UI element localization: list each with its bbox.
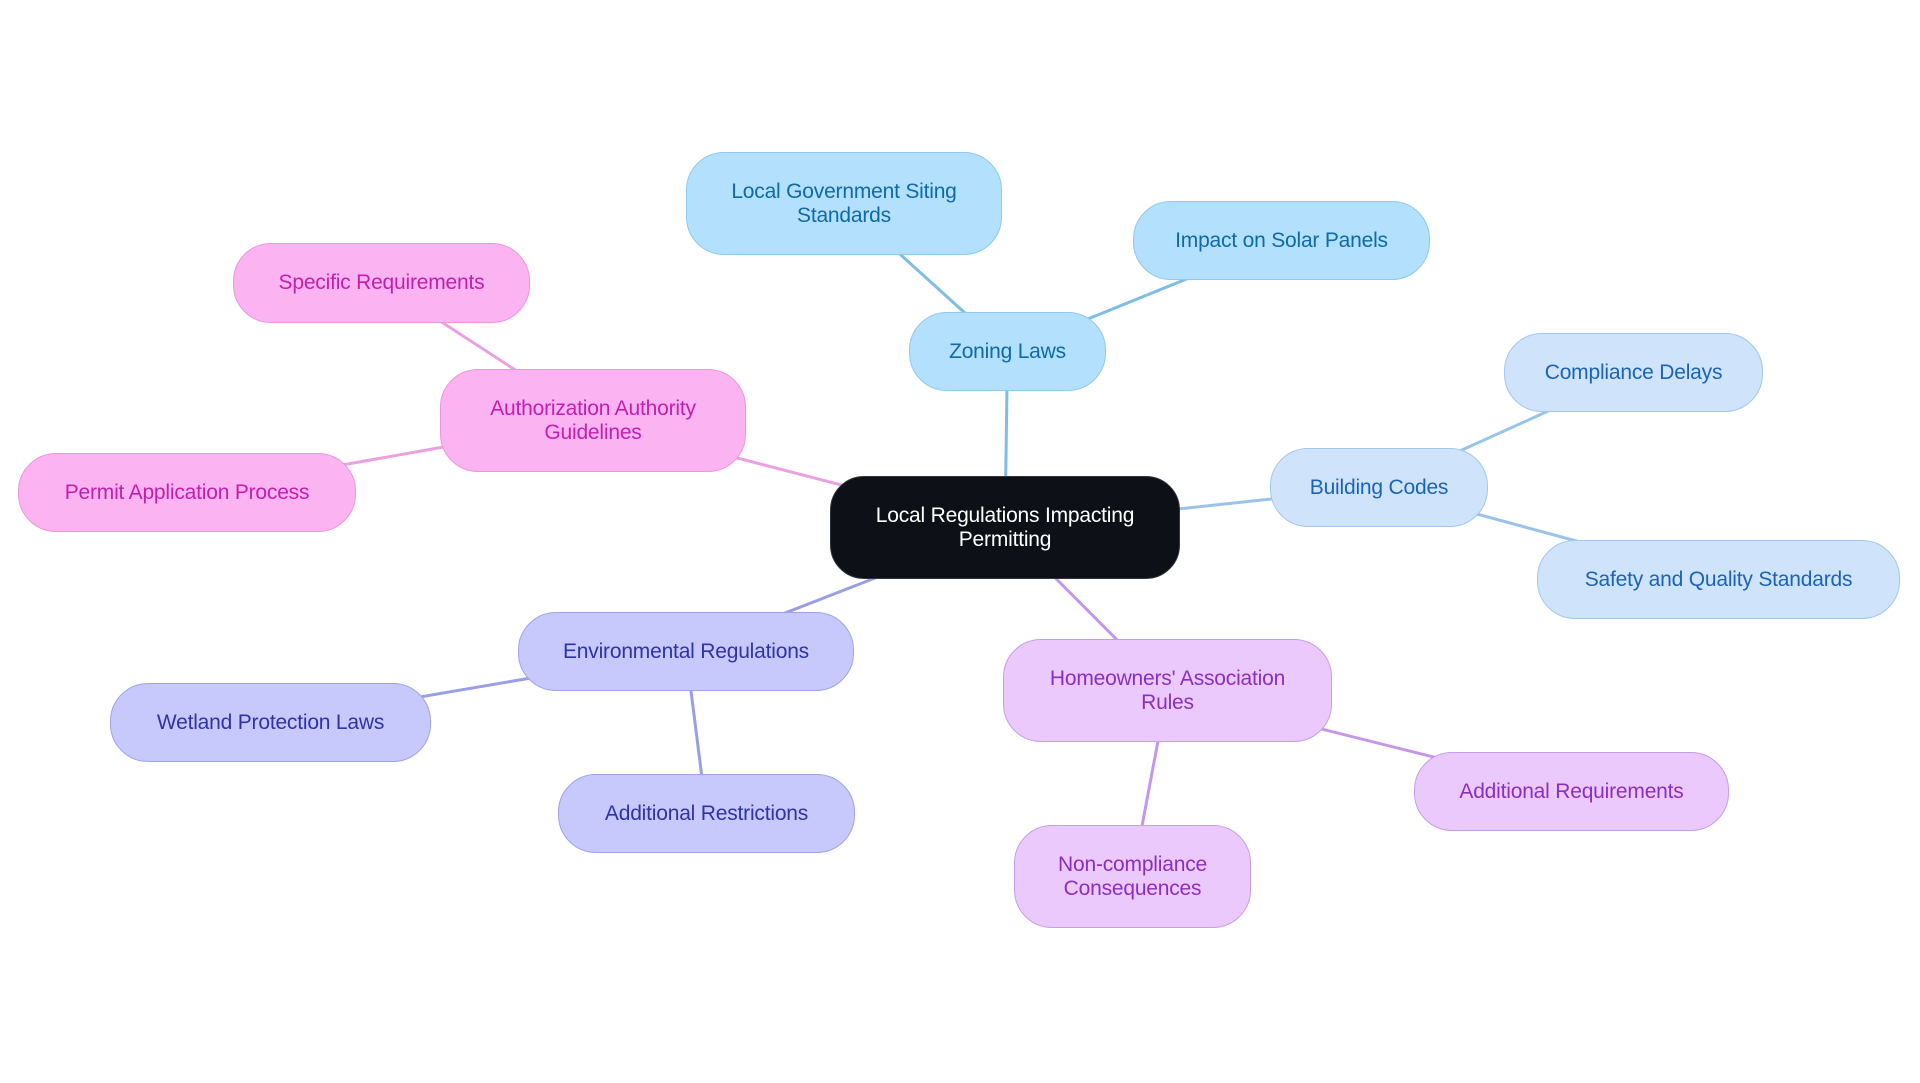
branch-node-environmental-regulations[interactable]: Environmental Regulations — [518, 612, 854, 691]
node-label-line-2: Guidelines — [544, 420, 642, 444]
leaf-node-wetland-protection-laws[interactable]: Wetland Protection Laws — [110, 683, 431, 762]
node-label: Specific Requirements — [278, 271, 485, 294]
node-label-line-2: Rules — [1141, 690, 1194, 714]
leaf-node-additional-restrictions[interactable]: Additional Restrictions — [558, 774, 855, 853]
node-label: Wetland Protection Laws — [156, 710, 385, 734]
node-label: Compliance Delays — [1544, 360, 1723, 384]
node-label: Additional Restrictions — [604, 801, 809, 825]
node-label: Permit Application Process — [64, 480, 310, 504]
leaf-node-impact-on-solar-panels[interactable]: Impact on Solar Panels — [1133, 201, 1430, 280]
root-node-line-1: Local Regulations Impacting — [875, 503, 1135, 527]
leaf-node-local-government-siting-standards[interactable]: Local Government Siting Standards — [686, 152, 1002, 255]
root-node[interactable]: Local Regulations Impacting Permitting — [830, 476, 1180, 579]
node-label-line-1: Local Government Siting — [731, 179, 957, 203]
node-label: Environmental Regulations — [563, 639, 809, 663]
leaf-node-compliance-delays[interactable]: Compliance Delays — [1504, 333, 1763, 412]
node-label: Safety and Quality Standards — [1584, 567, 1853, 591]
branch-node-zoning-laws[interactable]: Zoning Laws — [909, 312, 1106, 391]
leaf-node-non-compliance-consequences[interactable]: Non-compliance Consequences — [1014, 825, 1251, 928]
leaf-node-additional-requirements[interactable]: Additional Requirements — [1414, 752, 1729, 831]
node-label: Impact on Solar Panels — [1175, 228, 1388, 252]
leaf-node-permit-application-process[interactable]: Permit Application Process — [18, 453, 356, 532]
leaf-node-specific-requirements[interactable]: Specific Requirements — [233, 243, 530, 323]
node-label: Additional Requirements — [1459, 779, 1684, 803]
root-node-line-2: Permitting — [958, 527, 1052, 551]
node-label-line-1: Homeowners' Association — [1049, 666, 1286, 690]
branch-node-authorization-authority-guidelines[interactable]: Authorization Authority Guidelines — [440, 369, 746, 472]
node-label-line-2: Standards — [797, 203, 891, 227]
node-label-line-2: Consequences — [1063, 876, 1202, 900]
branch-node-homeowners-association-rules[interactable]: Homeowners' Association Rules — [1003, 639, 1332, 742]
node-label-line-1: Non-compliance — [1058, 852, 1207, 876]
node-label: Zoning Laws — [949, 339, 1066, 363]
node-label-line-1: Authorization Authority — [490, 396, 696, 420]
node-label: Building Codes — [1309, 475, 1449, 499]
leaf-node-safety-and-quality-standards[interactable]: Safety and Quality Standards — [1537, 540, 1900, 619]
branch-node-building-codes[interactable]: Building Codes — [1270, 448, 1488, 527]
